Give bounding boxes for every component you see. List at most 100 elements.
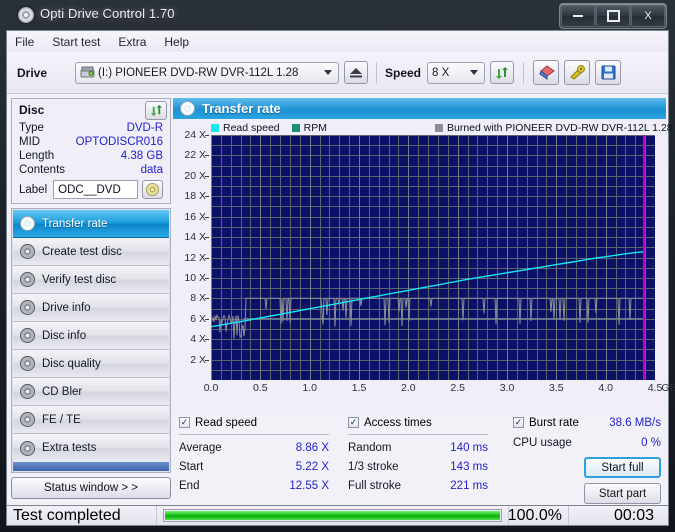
- x-tick-label: 4.5: [647, 382, 663, 394]
- checkbox-icon[interactable]: ✓: [179, 417, 190, 428]
- sidebar-item-fe-te[interactable]: FE / TE: [13, 406, 169, 434]
- eraser-icon: [538, 65, 555, 80]
- elapsed-time: 00:03: [568, 506, 668, 525]
- x-tick-label: 1.5: [351, 382, 367, 394]
- sidebar-item-cd-bler[interactable]: CD Bler: [13, 378, 169, 406]
- sidebar-item-label: Drive info: [42, 301, 91, 314]
- read-speed-label: Read speed: [195, 416, 258, 429]
- label-key: Label: [19, 183, 48, 196]
- refresh-disc-button[interactable]: [145, 100, 167, 120]
- stat-key: End: [179, 480, 200, 492]
- disc-row-label: Label ODC__DVD: [12, 177, 170, 203]
- chart-x-axis: 0.0 0.5 1.0 1.5 2.0 2.5 3.0 3.5 4.0 4.5 GB: [204, 382, 675, 396]
- sidebar-item-verify-test-disc[interactable]: Verify test disc: [13, 266, 169, 294]
- drive-select[interactable]: (I:) PIONEER DVD-RW DVR-112L 1.28: [75, 61, 339, 84]
- sidebar-item-disc-info[interactable]: Disc info: [13, 322, 169, 350]
- sidebar-item-disc-quality[interactable]: Disc quality: [13, 350, 169, 378]
- y-tick-mark: [205, 298, 209, 300]
- client-area: File Start test Extra Help Drive (I:) PI…: [6, 30, 675, 526]
- y-tick-label: 22 X: [184, 149, 206, 162]
- sidebar-item-label: Transfer rate: [42, 217, 108, 230]
- nav-footer-strip: [13, 462, 169, 471]
- legend-label: Read speed: [223, 122, 280, 134]
- toolbar-divider-2: [523, 61, 524, 84]
- stat-row-full-stroke: Full stroke 221 ms: [348, 480, 488, 492]
- read-speed-toggle[interactable]: ✓ Read speed: [179, 415, 329, 430]
- disc-icon: [20, 356, 35, 371]
- x-axis-unit-label: GB: [661, 382, 675, 394]
- erase-button[interactable]: [533, 60, 559, 85]
- test-nav-list: Transfer rate Create test disc Verify te…: [11, 208, 171, 473]
- checkbox-icon[interactable]: ✓: [348, 417, 359, 428]
- access-times-toggle[interactable]: ✓ Access times: [348, 415, 488, 430]
- sidebar-item-drive-info[interactable]: Drive info: [13, 294, 169, 322]
- y-tick-mark: [205, 277, 209, 279]
- stat-key: CPU usage: [513, 437, 572, 449]
- stat-key: Start: [179, 461, 204, 473]
- menu-item-file[interactable]: File: [15, 35, 34, 49]
- maximize-button[interactable]: [596, 5, 630, 27]
- series-read-speed: [211, 251, 644, 328]
- y-tick-label: 6 X: [190, 312, 206, 325]
- menu-item-help[interactable]: Help: [164, 35, 189, 49]
- drive-icon: [80, 66, 95, 78]
- close-button[interactable]: X: [631, 5, 665, 27]
- progress-bar: [163, 509, 502, 522]
- sidebar-item-label: Extra tests: [42, 442, 97, 454]
- disc-properties-button[interactable]: [142, 180, 163, 199]
- start-full-button[interactable]: Start full: [584, 457, 661, 478]
- disc-icon: [180, 101, 195, 116]
- sidebar-item-label: CD Bler: [42, 385, 83, 398]
- speed-label: Speed: [385, 65, 422, 80]
- floppy-save-icon: [601, 65, 615, 80]
- save-button[interactable]: [595, 60, 621, 85]
- disc-row-contents: Contents data: [12, 163, 170, 177]
- menu-item-start-test[interactable]: Start test: [52, 35, 100, 49]
- menu-item-extra[interactable]: Extra: [118, 35, 146, 49]
- stat-key: Average: [179, 442, 222, 454]
- sidebar-item-create-test-disc[interactable]: Create test disc: [13, 238, 169, 266]
- y-tick-label: 24 X: [184, 129, 206, 141]
- refresh-drive-button[interactable]: [490, 61, 514, 84]
- disc-icon: [20, 272, 35, 287]
- sidebar-item-extra-tests[interactable]: Extra tests: [13, 434, 169, 462]
- y-tick-label: 4 X: [190, 333, 206, 346]
- y-tick-label: 14 X: [184, 231, 206, 244]
- start-part-button[interactable]: Start part: [584, 483, 661, 504]
- progress-bar-fill: [165, 511, 500, 520]
- chart-series-layer: [211, 251, 644, 339]
- minimize-button[interactable]: [561, 5, 595, 27]
- speed-select[interactable]: 8 X: [427, 61, 485, 84]
- sidebar-item-transfer-rate[interactable]: Transfer rate: [13, 210, 169, 238]
- disc-label-input[interactable]: ODC__DVD: [53, 180, 138, 199]
- disc-row-mid: MID OPTODISCR016: [12, 135, 170, 149]
- stat-value: 140 ms: [450, 442, 488, 454]
- burst-rate-toggle[interactable]: ✓ Burst rate 38.6 MB/s: [513, 415, 661, 430]
- legend-swatch-icon: [211, 124, 219, 132]
- disc-icon: [20, 216, 35, 231]
- checkbox-icon[interactable]: ✓: [513, 417, 524, 428]
- disc-value: DVD-R: [126, 122, 163, 134]
- legend-label: Burned with PIONEER DVD-RW DVR-112L 1.28…: [446, 122, 675, 134]
- chevron-down-icon: [324, 70, 332, 75]
- stat-value: 0 %: [641, 437, 661, 449]
- disc-icon: [20, 328, 35, 343]
- tools-button[interactable]: [564, 60, 590, 85]
- stat-value: 143 ms: [450, 461, 488, 473]
- speed-value: 8 X: [432, 66, 450, 79]
- y-tick-mark: [205, 155, 209, 157]
- refresh-icon: [150, 104, 162, 116]
- content-panel: Transfer rate Read speed RPM Burned with…: [173, 98, 675, 523]
- y-tick-mark: [205, 359, 209, 361]
- results-panel: ✓ Read speed Average 8.86 X Start 5.22 X…: [173, 415, 666, 505]
- legend-label: RPM: [303, 122, 327, 134]
- disc-icon: [20, 440, 35, 456]
- access-times-group: ✓ Access times Random 140 ms 1/3 stroke …: [348, 415, 488, 492]
- x-tick-label: 3.0: [499, 382, 515, 394]
- burst-rate-value: 38.6 MB/s: [609, 416, 661, 429]
- status-window-button[interactable]: Status window > >: [11, 477, 171, 499]
- read-speed-group: ✓ Read speed Average 8.86 X Start 5.22 X…: [179, 415, 329, 492]
- y-tick-mark: [205, 237, 209, 239]
- eject-button[interactable]: [344, 61, 368, 84]
- x-tick-label: 0.5: [253, 382, 268, 394]
